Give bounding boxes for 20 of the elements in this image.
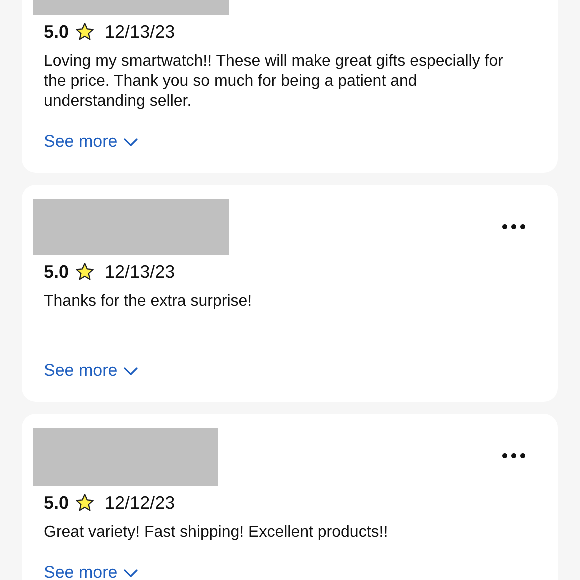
star-icon (75, 493, 96, 513)
chevron-down-icon (124, 568, 138, 578)
chevron-down-icon (124, 366, 138, 376)
star-icon (75, 22, 96, 42)
more-icon[interactable] (502, 452, 526, 460)
more-icon[interactable] (502, 223, 526, 231)
rating-value: 5.0 (44, 21, 70, 44)
see-more-link[interactable]: See more (44, 562, 138, 580)
review-text: Loving my smartwatch!! These will make great gifts especially for the price. Thank you so much for being a patient and understanding seller. (43, 52, 504, 112)
see-more-link[interactable]: See more (44, 131, 138, 153)
review-text: Thanks for the extra surprise! (43, 292, 254, 312)
review-text: Great variety! Fast shipping! Excellent products!! (43, 523, 390, 543)
review-date: 12/13/23 (105, 261, 176, 284)
review-date: 12/13/23 (105, 21, 176, 44)
chevron-down-icon (124, 138, 138, 146)
rating-value: 5.0 (44, 492, 70, 515)
star-icon (75, 262, 96, 282)
rating-value: 5.0 (44, 261, 70, 284)
see-more-link[interactable]: See more (44, 360, 138, 382)
review-date: 12/12/23 (105, 492, 176, 515)
